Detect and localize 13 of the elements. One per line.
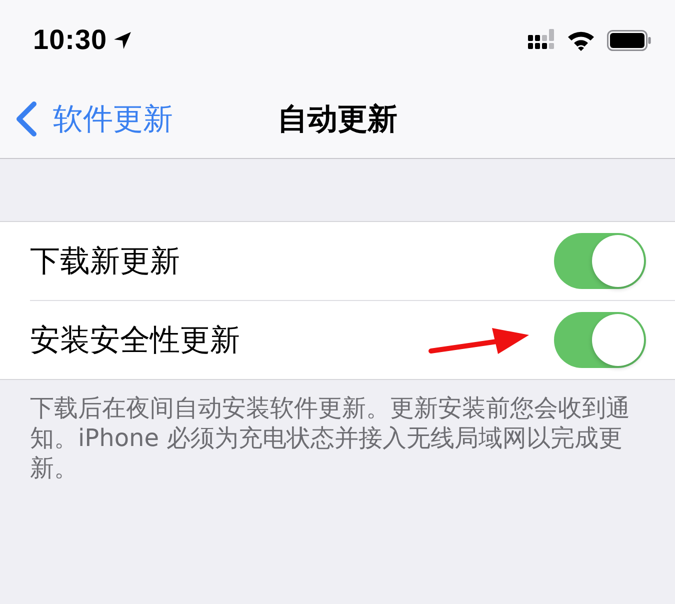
back-chevron-icon [15, 101, 38, 137]
footer-note: 下载后在夜间自动安装软件更新。更新安装前您会收到通知。iPhone 必须为充电状态并接入无线局域网以完成更新。 [29, 393, 631, 483]
toggle-switch[interactable] [554, 312, 646, 368]
wifi-icon [567, 30, 595, 50]
battery-icon [607, 30, 651, 50]
cellular-signal-icon [528, 29, 555, 51]
page-title: 自动更新 [278, 100, 398, 138]
setting-label: 下载新更新 [30, 242, 180, 280]
back-button[interactable]: 软件更新 [0, 98, 173, 140]
toggle-switch[interactable] [554, 233, 646, 289]
status-time: 10:30 [33, 24, 108, 56]
setting-label: 安装安全性更新 [30, 322, 240, 360]
location-arrow-icon [113, 30, 132, 50]
